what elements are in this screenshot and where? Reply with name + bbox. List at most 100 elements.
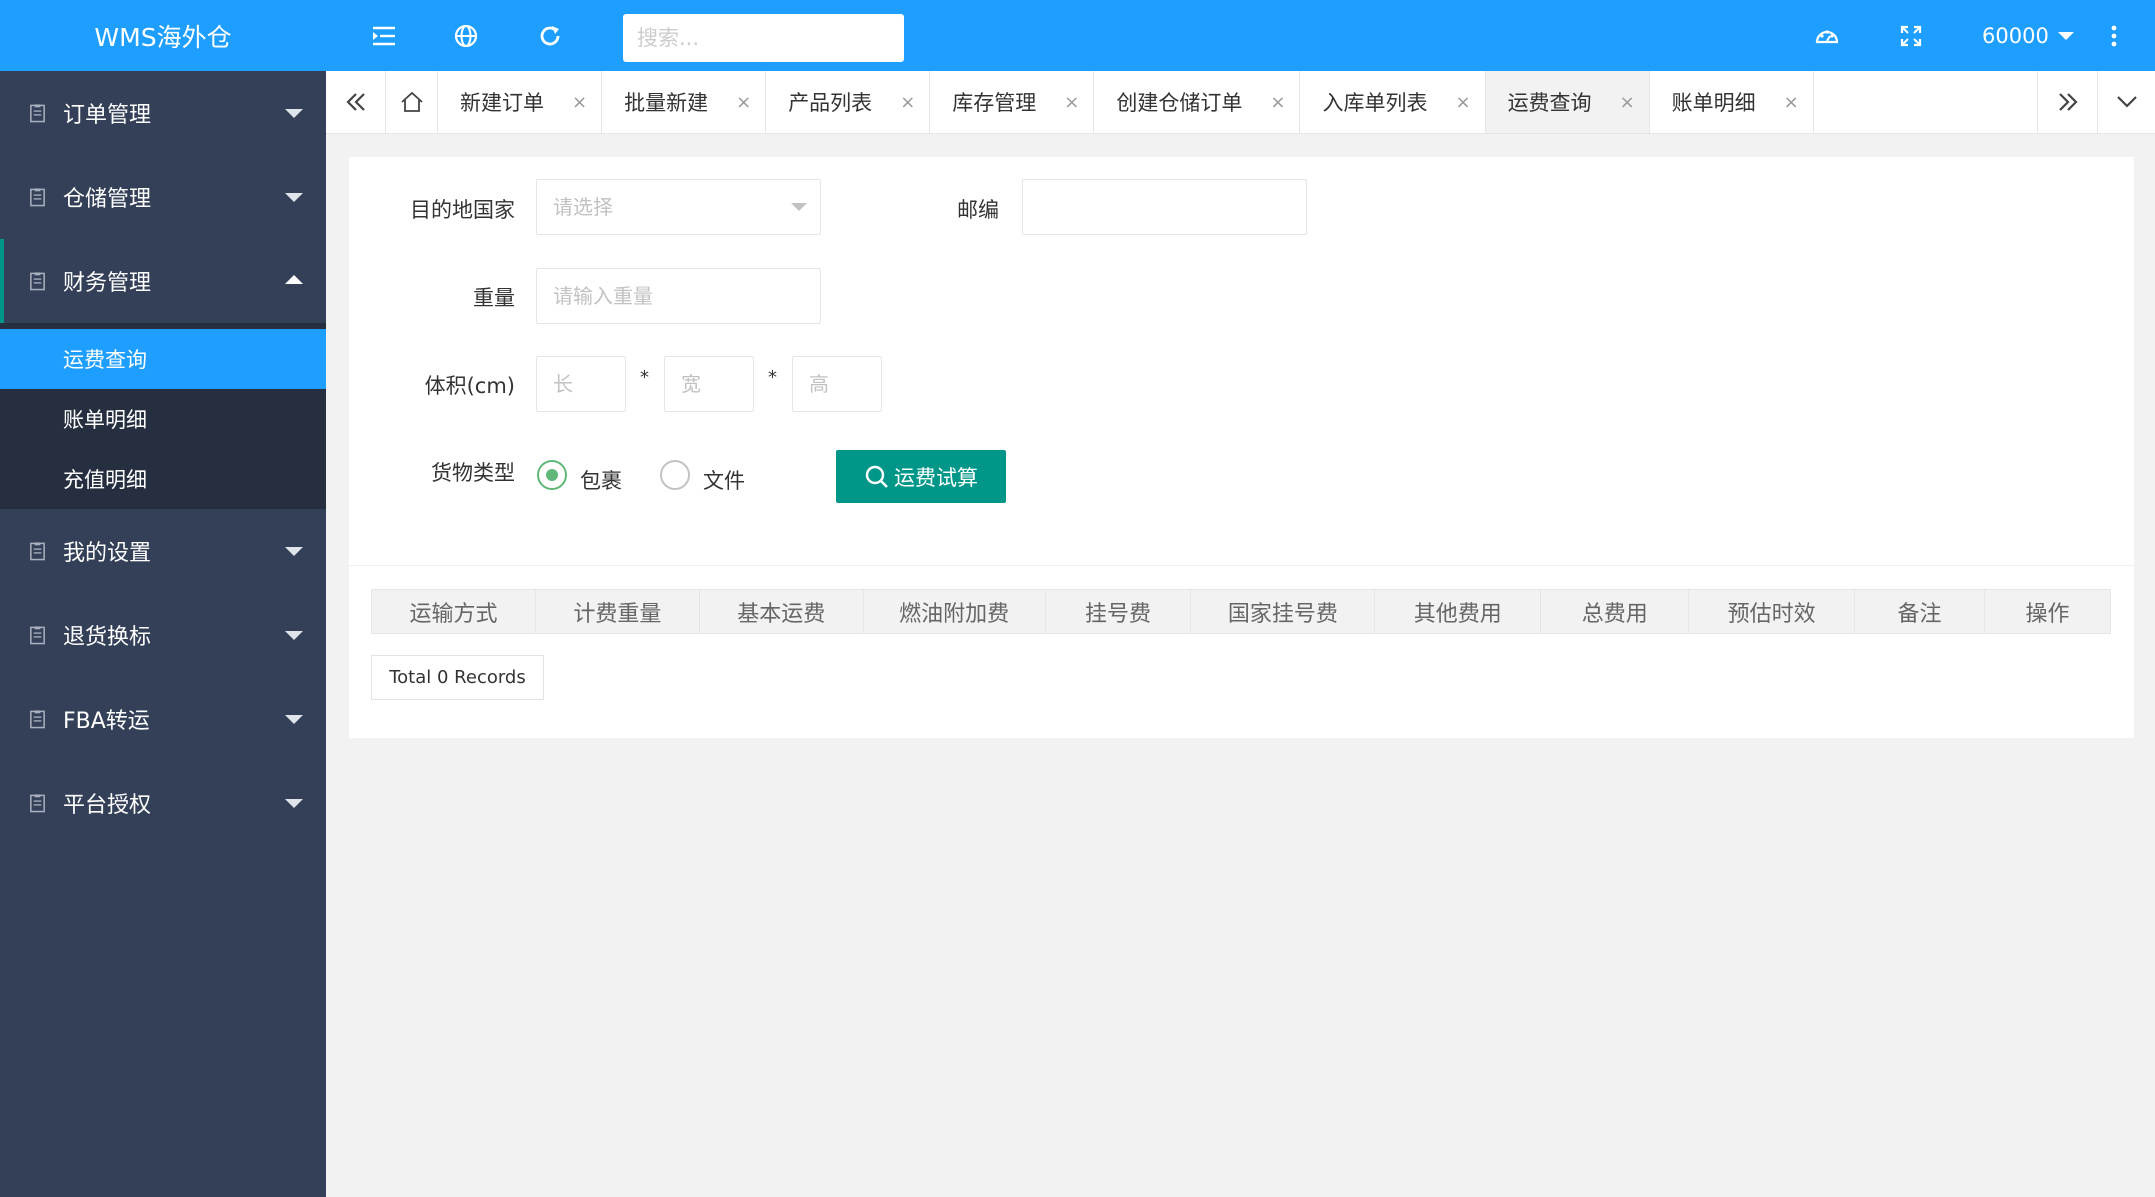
zip-label: 邮编	[957, 198, 999, 222]
column-header[interactable]: 备注	[1854, 589, 1985, 634]
freight-result-table: 运输方式 计费重量 基本运费 燃油附加费 挂号费 国家挂号费 其他费用 总费用 …	[371, 589, 2112, 634]
column-header[interactable]: 操作	[1983, 589, 2112, 634]
column-header[interactable]: 挂号费	[1044, 589, 1192, 634]
freight-query-panel: 目的地国家 邮编 重量 体积(cm) * * 货物类型 包裹 文件 运费试算 运…	[349, 157, 2134, 738]
globe-icon[interactable]	[448, 18, 484, 54]
caret-down-icon	[2057, 31, 2074, 40]
pagination-total: Total 0 Records	[371, 655, 544, 700]
sidebar-item-returns[interactable]: 退货换标	[0, 593, 326, 677]
user-name: 60000	[1982, 23, 2049, 48]
tab-list: 新建订单 × 批量新建 × 产品列表 × 库存管理 × 创建仓储订单 × 入库单列表 × 运…	[438, 71, 1814, 133]
sidebar-item-platform-auth[interactable]: 平台授权	[0, 761, 326, 845]
app-logo[interactable]: WMS海外仓	[0, 0, 326, 71]
chevron-down-icon	[791, 203, 807, 211]
tab-label: 运费查询	[1507, 91, 1592, 115]
table-header-row: 运输方式 计费重量 基本运费 燃油附加费 挂号费 国家挂号费 其他费用 总费用 …	[371, 589, 2112, 634]
tabs-scroll-right-icon[interactable]	[2037, 71, 2097, 133]
caret-up-icon	[285, 275, 303, 284]
weight-input[interactable]	[536, 268, 821, 324]
radio-document-label: 文件	[703, 469, 745, 493]
column-header[interactable]: 其他费用	[1374, 589, 1542, 634]
tab-product-list[interactable]: 产品列表 ×	[766, 71, 931, 133]
width-input[interactable]	[664, 356, 754, 412]
tab-inbound-list[interactable]: 入库单列表 ×	[1300, 71, 1486, 133]
clipboard-icon	[30, 542, 45, 561]
column-header[interactable]: 运输方式	[371, 589, 536, 634]
column-header[interactable]: 总费用	[1540, 589, 1690, 634]
sidebar-item-label: 财务管理	[63, 271, 152, 296]
sidebar-item-label: 退货换标	[63, 625, 152, 650]
height-input[interactable]	[792, 356, 882, 412]
tab-label: 库存管理	[952, 91, 1037, 115]
sidebar-menu: 订单管理 仓储管理 财务管理 运费查询 账单明细 充值明细 我的设置 退货换标	[0, 71, 326, 845]
close-icon[interactable]: ×	[736, 92, 751, 113]
tab-label: 产品列表	[788, 91, 873, 115]
cargo-type-label: 货物类型	[431, 461, 515, 485]
total-records-text: Total 0 Records	[389, 667, 526, 688]
radio-parcel[interactable]	[537, 460, 567, 490]
finance-submenu: 运费查询 账单明细 充值明细	[0, 323, 326, 509]
tab-batch-create[interactable]: 批量新建 ×	[602, 71, 767, 133]
tab-label: 批量新建	[624, 91, 709, 115]
tab-bar: 新建订单 × 批量新建 × 产品列表 × 库存管理 × 创建仓储订单 × 入库单列表 × 运…	[326, 71, 2155, 134]
menu-fold-icon[interactable]	[366, 18, 402, 54]
tab-inventory[interactable]: 库存管理 ×	[930, 71, 1095, 133]
caret-down-icon	[285, 799, 303, 808]
zip-input[interactable]	[1022, 179, 1307, 235]
clipboard-icon	[30, 626, 45, 645]
user-menu[interactable]: 60000	[1982, 0, 2074, 71]
sidebar-item-orders[interactable]: 订单管理	[0, 71, 326, 155]
sidebar-item-warehouse[interactable]: 仓储管理	[0, 155, 326, 239]
app-title: WMS海外仓	[94, 22, 232, 52]
sidebar-item-label: 仓储管理	[63, 187, 152, 212]
close-icon[interactable]: ×	[572, 92, 587, 113]
sidebar-item-label: 我的设置	[63, 541, 152, 566]
tab-bill-details[interactable]: 账单明细 ×	[1650, 71, 1814, 133]
clipboard-icon	[30, 794, 45, 813]
close-icon[interactable]: ×	[900, 92, 915, 113]
close-icon[interactable]: ×	[1064, 92, 1079, 113]
multiply-sign: *	[640, 367, 649, 388]
fullscreen-icon[interactable]	[1893, 18, 1929, 54]
search-input[interactable]	[623, 14, 904, 62]
refresh-icon[interactable]	[532, 18, 568, 54]
chevron-down-icon[interactable]	[2097, 71, 2155, 133]
sidebar-subitem-recharge-details[interactable]: 充值明细	[0, 449, 326, 509]
length-input[interactable]	[536, 356, 626, 412]
divider	[349, 565, 2134, 566]
country-select[interactable]	[536, 179, 821, 235]
sidebar-item-finance[interactable]: 财务管理	[0, 239, 326, 323]
sidebar-subitem-bill-details[interactable]: 账单明细	[0, 389, 326, 449]
tab-create-storage-order[interactable]: 创建仓储订单 ×	[1094, 71, 1301, 133]
clipboard-icon	[30, 272, 45, 291]
column-header[interactable]: 预估时效	[1688, 589, 1856, 634]
volume-label: 体积(cm)	[424, 374, 515, 398]
sidebar-item-fba[interactable]: FBA转运	[0, 677, 326, 761]
column-header[interactable]: 国家挂号费	[1190, 589, 1376, 634]
tabs-scroll-left-icon[interactable]	[326, 71, 386, 133]
sidebar-item-label: 账单明细	[63, 408, 147, 432]
calculate-freight-button[interactable]: 运费试算	[836, 450, 1006, 503]
caret-down-icon	[285, 715, 303, 724]
sidebar-item-label: 充值明细	[63, 468, 147, 492]
tab-freight-query[interactable]: 运费查询 ×	[1485, 71, 1650, 133]
tab-label: 创建仓储订单	[1116, 91, 1243, 115]
column-header[interactable]: 燃油附加费	[862, 589, 1046, 634]
caret-down-icon	[285, 631, 303, 640]
radio-document[interactable]	[660, 460, 690, 490]
sidebar-subitem-freight-query[interactable]: 运费查询	[0, 329, 326, 389]
more-vertical-icon[interactable]	[2096, 18, 2132, 54]
close-icon[interactable]: ×	[1784, 92, 1799, 113]
column-header[interactable]: 基本运费	[698, 589, 864, 634]
column-header[interactable]: 计费重量	[534, 589, 700, 634]
close-icon[interactable]: ×	[1620, 92, 1635, 113]
tab-new-order[interactable]: 新建订单 ×	[438, 71, 603, 133]
theme-palette-icon[interactable]	[1809, 18, 1845, 54]
sidebar-item-settings[interactable]: 我的设置	[0, 509, 326, 593]
close-icon[interactable]: ×	[1270, 92, 1285, 113]
country-select-input[interactable]	[536, 179, 821, 235]
close-icon[interactable]: ×	[1455, 92, 1470, 113]
caret-down-icon	[285, 193, 303, 202]
top-header: 60000	[326, 0, 2155, 71]
home-icon[interactable]	[386, 71, 438, 133]
